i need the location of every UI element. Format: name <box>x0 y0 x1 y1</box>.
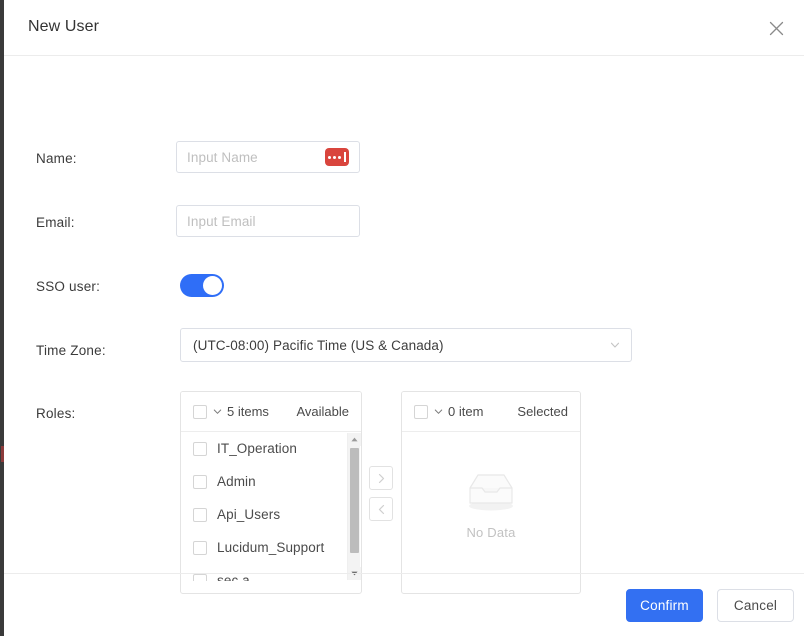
roles-selected-empty-label: No Data <box>466 524 516 540</box>
time-zone-label: Time Zone: <box>36 343 106 358</box>
role-label: Lucidum_Support <box>217 540 325 555</box>
name-label: Name: <box>36 151 77 166</box>
roles-available-header: 5 items Available <box>181 392 361 432</box>
time-zone-select[interactable]: (UTC-08:00) Pacific Time (US & Canada) <box>180 328 632 362</box>
role-checkbox[interactable] <box>193 540 207 555</box>
page-root: New User Name: Input Name Email: Input E… <box>0 0 804 636</box>
roles-selected-empty-state: No Data <box>402 432 580 581</box>
move-right-button[interactable] <box>369 466 393 490</box>
roles-available-list-viewport: IT_Operation Admin Api_Users Lucidum_Sup… <box>181 432 348 581</box>
email-input-placeholder: Input Email <box>187 213 256 229</box>
roles-available-panel: 5 items Available IT_Operation Admin Api… <box>180 391 362 594</box>
cancel-button[interactable]: Cancel <box>717 589 794 622</box>
dialog-title: New User <box>28 18 100 35</box>
dialog-body: Name: Input Name Email: Input Email SSO … <box>4 56 804 594</box>
role-checkbox[interactable] <box>193 474 207 489</box>
dialog-footer: Confirm Cancel <box>4 573 804 636</box>
roles-selected-count: 0 item <box>448 404 484 419</box>
scroll-up-arrow-icon[interactable] <box>348 433 361 446</box>
roles-available-count: 5 items <box>227 404 269 419</box>
new-user-dialog: New User Name: Input Name Email: Input E… <box>4 0 804 636</box>
masked-input-icon <box>325 148 349 166</box>
roles-transfer-buttons <box>369 466 393 521</box>
roles-selected-panel: 0 item Selected No Data <box>401 391 581 594</box>
roles-selected-list: No Data <box>402 432 580 581</box>
confirm-button[interactable]: Confirm <box>626 589 703 622</box>
scrollbar-thumb[interactable] <box>350 448 359 553</box>
sso-user-toggle-knob <box>203 276 222 295</box>
time-zone-value: (UTC-08:00) Pacific Time (US & Canada) <box>193 337 444 353</box>
dialog-header: New User <box>4 0 804 56</box>
roles-available-side-label: Available <box>296 404 349 419</box>
email-label: Email: <box>36 215 75 230</box>
roles-selected-side-label: Selected <box>517 404 568 419</box>
list-item[interactable]: Api_Users <box>181 498 348 531</box>
move-left-button[interactable] <box>369 497 393 521</box>
name-input-placeholder: Input Name <box>187 149 258 165</box>
roles-available-list: IT_Operation Admin Api_Users Lucidum_Sup… <box>181 432 361 581</box>
role-checkbox[interactable] <box>193 507 207 522</box>
email-input[interactable]: Input Email <box>176 205 360 237</box>
chevron-down-icon[interactable] <box>212 406 223 417</box>
list-item[interactable]: IT_Operation <box>181 432 348 465</box>
list-item[interactable]: Admin <box>181 465 348 498</box>
role-label: IT_Operation <box>217 441 297 456</box>
roles-selected-select-all-checkbox[interactable] <box>414 404 428 419</box>
sso-user-label: SSO user: <box>36 279 101 294</box>
list-item[interactable]: Lucidum_Support <box>181 531 348 564</box>
role-label: Admin <box>217 474 256 489</box>
sso-user-toggle[interactable] <box>180 274 224 297</box>
chevron-down-icon <box>609 339 621 351</box>
roles-available-select-all-checkbox[interactable] <box>193 404 207 419</box>
roles-available-scrollbar[interactable] <box>347 433 361 580</box>
roles-selected-header: 0 item Selected <box>402 392 580 432</box>
role-label: Api_Users <box>217 507 281 522</box>
chevron-down-icon[interactable] <box>433 406 444 417</box>
role-checkbox[interactable] <box>193 441 207 456</box>
empty-box-icon <box>462 468 520 519</box>
roles-label: Roles: <box>36 406 76 421</box>
name-input[interactable]: Input Name <box>176 141 360 173</box>
close-icon[interactable] <box>762 14 790 42</box>
